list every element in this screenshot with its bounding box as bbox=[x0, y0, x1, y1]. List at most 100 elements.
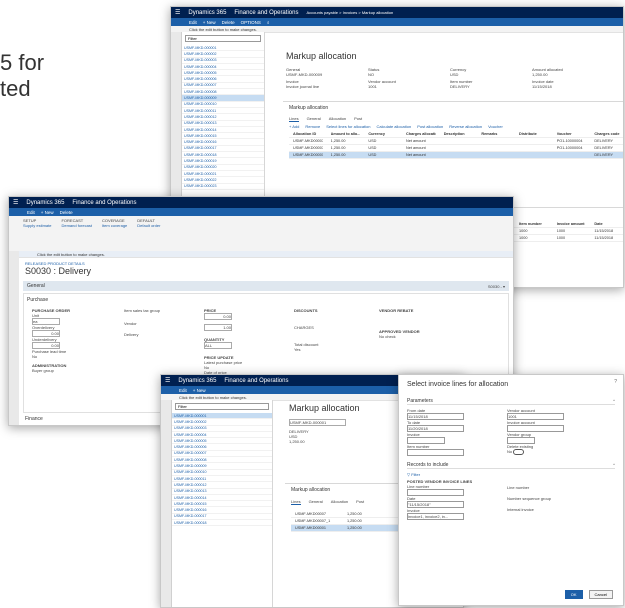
val-working-days[interactable]: No bbox=[32, 354, 106, 359]
val-vendor-check[interactable]: No check bbox=[379, 334, 489, 339]
table-row[interactable]: USMF-MKD00007_1 1,250.00 USD Net amount PO1-… bbox=[289, 145, 623, 152]
nav-bar-2: ☰ Dynamics 365 Finance and Operations bbox=[9, 197, 513, 208]
val-overdelivery[interactable]: 0.00 bbox=[32, 330, 60, 337]
cmd-edit-2[interactable]: Edit bbox=[27, 210, 35, 215]
ribbon-item[interactable]: Demand forecast bbox=[61, 223, 91, 228]
tab[interactable]: General bbox=[307, 116, 321, 122]
header-field-value[interactable]: 1001 bbox=[368, 84, 440, 89]
filter-input[interactable]: Filter bbox=[185, 35, 261, 42]
column-header[interactable]: Allocation ID bbox=[293, 132, 323, 136]
header-field-value[interactable]: USMF-MKD-000009 bbox=[286, 72, 358, 77]
cmd-options[interactable]: OPTIONS bbox=[241, 20, 261, 25]
purchase-header: Purchase bbox=[27, 297, 49, 303]
line-number-input[interactable] bbox=[407, 489, 464, 496]
header-field-value[interactable]: USD bbox=[450, 72, 522, 77]
column-header[interactable]: Charges allocation bbox=[406, 132, 436, 136]
column-header[interactable]: Charges code bbox=[594, 132, 623, 136]
filter-button[interactable]: ▽ Filter bbox=[407, 472, 615, 477]
vendor-group-input[interactable] bbox=[507, 437, 535, 444]
lbl-delivery: Delivery bbox=[124, 332, 139, 337]
header-field-value[interactable]: DELIVERY bbox=[450, 84, 522, 89]
table-row[interactable]: USMF-MKD00001 1,250.00 USD Net amount DELIVE… bbox=[289, 152, 623, 159]
delete-existing-toggle[interactable] bbox=[513, 449, 525, 455]
action-button[interactable]: Voucher bbox=[488, 124, 503, 129]
column-header[interactable]: Voucher bbox=[557, 132, 587, 136]
table-cell: 1,250.00 bbox=[347, 526, 362, 530]
val-price[interactable]: 0.00 bbox=[204, 313, 232, 320]
ok-button[interactable]: OK bbox=[564, 590, 583, 599]
column-header[interactable]: Distribute bbox=[519, 132, 549, 136]
cancel-button[interactable]: Cancel bbox=[588, 590, 613, 599]
vendor-account-input[interactable]: 1001 bbox=[507, 413, 564, 420]
filter-input-3[interactable]: Filter bbox=[175, 403, 269, 410]
action-button[interactable]: Calculate allocation bbox=[377, 124, 412, 129]
tab[interactable]: Allocation bbox=[329, 116, 346, 122]
column-header[interactable]: Item number bbox=[519, 222, 549, 226]
tab[interactable]: Lines bbox=[289, 116, 299, 122]
collapse-icon[interactable]: ^ bbox=[613, 398, 615, 404]
app-title-2[interactable]: Dynamics 365 bbox=[26, 200, 64, 206]
header-field-value[interactable]: Invoice journal line bbox=[286, 84, 358, 89]
ribbon-item[interactable]: Default order bbox=[137, 223, 160, 228]
cmd-delete-2[interactable]: Delete bbox=[60, 210, 73, 215]
tab[interactable]: General bbox=[309, 499, 323, 505]
action-button[interactable]: Select lines for allocation bbox=[326, 124, 370, 129]
app-title[interactable]: Dynamics 365 bbox=[188, 10, 226, 16]
app-menu-icon-3[interactable]: ☰ bbox=[165, 377, 170, 384]
close-icon[interactable]: ? bbox=[614, 379, 617, 385]
tab[interactable]: Post bbox=[354, 116, 362, 122]
delete-existing-row: No bbox=[507, 449, 587, 455]
hdr-id-3[interactable]: USMF-MKD-000001 bbox=[289, 419, 346, 426]
column-header[interactable]: Currency bbox=[368, 132, 398, 136]
list-item[interactable]: USMF-MKD-000023 bbox=[182, 184, 264, 190]
column-header[interactable]: Remarks bbox=[481, 132, 511, 136]
fasttab-general[interactable]: General S0030 - ▾ bbox=[23, 281, 509, 291]
cmd-new-3[interactable]: + New bbox=[193, 388, 206, 393]
column-header[interactable]: Invoice amount bbox=[557, 222, 587, 226]
header-field-value[interactable]: 1,250.00 bbox=[532, 72, 604, 77]
grid-header-row: Allocation ID Amount to allo... Currency Ch… bbox=[289, 131, 623, 138]
list-item[interactable]: USMF-MKD-000018 bbox=[172, 520, 272, 527]
cmd-edit[interactable]: Edit bbox=[189, 20, 197, 25]
val-price-qty[interactable]: 1.00 bbox=[204, 324, 232, 331]
records-header[interactable]: Records to include bbox=[407, 462, 448, 468]
parameters-header[interactable]: Parameters bbox=[407, 398, 433, 404]
date-input[interactable]: "11/15/2018" bbox=[407, 501, 464, 508]
tab[interactable]: Allocation bbox=[331, 499, 348, 505]
app-menu-icon[interactable]: ☰ bbox=[175, 9, 180, 16]
collapse-records-icon[interactable]: ^ bbox=[613, 462, 615, 468]
col-discounts: DISCOUNTS CHARGES Total discount Yes bbox=[294, 308, 374, 352]
cmd-delete[interactable]: Delete bbox=[222, 20, 235, 25]
ribbon-item[interactable]: Item coverage bbox=[102, 223, 127, 228]
cmd-new[interactable]: + New bbox=[203, 20, 216, 25]
header-field-value[interactable]: NO bbox=[368, 72, 440, 77]
ribbon-item[interactable]: Supply estimate bbox=[23, 223, 51, 228]
action-button[interactable]: Remove bbox=[305, 124, 320, 129]
from-date-input[interactable]: 11/15/2018 bbox=[407, 413, 464, 420]
to-date-input[interactable]: 11/20/2018 bbox=[407, 425, 464, 432]
tab[interactable]: Post bbox=[356, 499, 364, 505]
action-button[interactable]: + Add bbox=[289, 124, 299, 129]
app-menu-icon-2[interactable]: ☰ bbox=[13, 199, 18, 206]
val-item-sales-tax[interactable]: ALL bbox=[204, 342, 232, 349]
item-number-input[interactable] bbox=[407, 449, 464, 456]
invoice-account-input[interactable] bbox=[507, 425, 564, 432]
breadcrumb[interactable]: Accounts payable > Invoices > Markup all… bbox=[306, 10, 393, 15]
invoice-filter-input[interactable]: invoice1, invoice2, in... bbox=[407, 513, 464, 520]
column-header[interactable]: Amount to allo... bbox=[331, 132, 361, 136]
cmd-new-2[interactable]: + New bbox=[41, 210, 54, 215]
header-field-value[interactable]: 11/15/2018 bbox=[532, 84, 604, 89]
column-header[interactable]: Description bbox=[444, 132, 474, 136]
action-button[interactable]: Reverse allocation bbox=[449, 124, 482, 129]
val-underdelivery[interactable]: 0.00 bbox=[32, 342, 60, 349]
search-icon[interactable]: ⌕ bbox=[267, 20, 270, 25]
cmd-edit-3[interactable]: Edit bbox=[179, 388, 187, 393]
tab[interactable]: Lines bbox=[291, 499, 301, 505]
action-button[interactable]: Post allocation bbox=[417, 124, 443, 129]
column-header[interactable]: Date bbox=[594, 222, 623, 226]
val-unit[interactable]: ea bbox=[32, 318, 60, 325]
invoice-input[interactable] bbox=[407, 437, 445, 444]
app-title-3[interactable]: Dynamics 365 bbox=[178, 378, 216, 384]
val-total-discount[interactable]: Yes bbox=[294, 347, 374, 352]
table-row[interactable]: USMF-MKD00007 1,250.00 USD Net amount PO1-10… bbox=[289, 138, 623, 145]
